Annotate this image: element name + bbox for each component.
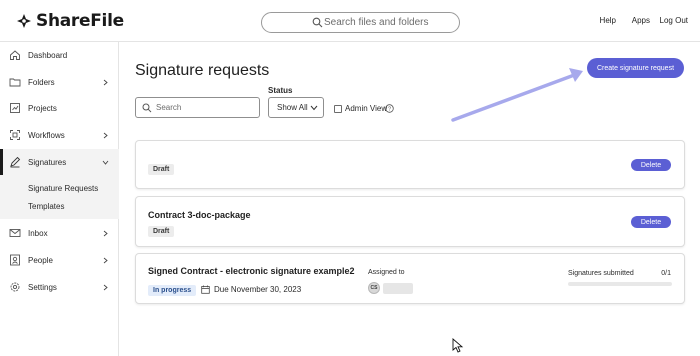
brand-name: ShareFile xyxy=(36,11,124,31)
sidebar-item-label: Dashboard xyxy=(28,50,68,60)
pen-icon xyxy=(10,156,21,168)
home-icon xyxy=(10,50,20,60)
delete-button[interactable]: Delete xyxy=(631,216,671,228)
sidebar-item-folders[interactable]: Folders xyxy=(0,69,119,95)
submenu-templates[interactable]: Templates xyxy=(28,202,64,211)
signature-request-card[interactable]: Signed Contract - electronic signature e… xyxy=(135,253,685,304)
sidebar-item-settings[interactable]: Settings xyxy=(0,274,119,300)
signatures-submitted-label: Signatures submitted xyxy=(568,270,634,277)
sidebar-item-label: Signatures xyxy=(28,157,67,167)
search-icon xyxy=(312,17,323,28)
page-title: Signature requests xyxy=(135,62,270,79)
search-placeholder: Search xyxy=(156,103,182,112)
mouse-cursor-icon xyxy=(452,338,464,353)
signatures-count: 0/1 xyxy=(661,270,671,277)
workflow-icon xyxy=(10,130,20,140)
due-date-text: Due November 30, 2023 xyxy=(214,285,302,294)
create-signature-request-button[interactable]: Create signature request xyxy=(587,58,684,78)
chevron-right-icon xyxy=(103,79,108,85)
apps-link[interactable]: Apps xyxy=(632,16,650,25)
help-link[interactable]: Help xyxy=(600,16,616,25)
chevron-down-icon xyxy=(310,105,318,111)
projects-icon xyxy=(10,103,20,113)
signatures-submenu: Signature Requests Templates xyxy=(0,175,119,219)
info-icon[interactable]: ? xyxy=(385,104,394,113)
admin-view-checkbox[interactable] xyxy=(334,105,342,113)
signature-request-card[interactable]: Contract 3-doc-package Draft Delete xyxy=(135,196,685,247)
status-badge: In progress xyxy=(148,285,197,296)
signature-request-card[interactable]: Draft Delete xyxy=(135,140,685,189)
delete-button[interactable]: Delete xyxy=(631,159,671,171)
status-value: Show All xyxy=(277,103,308,112)
admin-view-label: Admin View xyxy=(345,104,388,113)
chevron-right-icon xyxy=(103,284,108,290)
annotation-arrow xyxy=(451,68,583,122)
top-header: ShareFile Search files and folders Help … xyxy=(0,0,700,42)
status-label: Status xyxy=(268,86,293,95)
chevron-down-icon xyxy=(102,160,109,165)
sidebar-item-dashboard[interactable]: Dashboard xyxy=(0,42,119,68)
sidebar-item-label: Workflows xyxy=(28,130,65,140)
sharefile-logo[interactable]: ShareFile xyxy=(16,11,124,31)
sidebar-item-signatures[interactable]: Signatures xyxy=(0,149,119,175)
chevron-right-icon xyxy=(103,230,108,236)
sidebar-item-inbox[interactable]: Inbox xyxy=(0,220,119,246)
sidebar-item-people[interactable]: People xyxy=(0,247,119,273)
gear-icon xyxy=(10,282,20,292)
svg-text:?: ? xyxy=(388,107,391,113)
chevron-right-icon xyxy=(103,132,108,138)
status-badge: Draft xyxy=(148,164,175,175)
sidebar-item-workflows[interactable]: Workflows xyxy=(0,122,119,148)
card-title: Signed Contract - electronic signature e… xyxy=(148,266,355,276)
global-search-input[interactable]: Search files and folders xyxy=(261,12,460,33)
search-icon xyxy=(142,103,152,113)
sharefile-logo-icon xyxy=(17,14,31,28)
sidebar: Dashboard Folders Projects Workflows Sig… xyxy=(0,42,119,356)
signatures-progress-bar xyxy=(568,282,672,286)
sidebar-item-label: Folders xyxy=(28,77,55,87)
search-input[interactable]: Search xyxy=(135,97,260,118)
person-icon xyxy=(10,254,20,266)
chevron-right-icon xyxy=(103,257,108,263)
sidebar-item-projects[interactable]: Projects xyxy=(0,95,119,121)
card-title: Contract 3-doc-package xyxy=(148,210,251,220)
submenu-signature-requests[interactable]: Signature Requests xyxy=(28,184,98,193)
search-placeholder: Search files and folders xyxy=(324,17,429,28)
assigned-to-label: Assigned to xyxy=(368,269,405,276)
sidebar-item-label: Inbox xyxy=(28,228,48,238)
status-badge: Draft xyxy=(148,226,175,237)
sidebar-item-label: Settings xyxy=(28,282,57,292)
sidebar-item-label: People xyxy=(28,255,53,265)
assignee-name-redacted xyxy=(383,283,413,294)
status-dropdown[interactable]: Show All xyxy=(268,97,324,118)
mail-icon xyxy=(9,229,21,237)
sidebar-item-label: Projects xyxy=(28,103,57,113)
avatar: CS xyxy=(368,282,380,294)
logout-link[interactable]: Log Out xyxy=(660,16,688,25)
folder-icon xyxy=(9,78,21,87)
due-date: Due November 30, 2023 xyxy=(201,285,301,294)
calendar-icon xyxy=(201,285,210,294)
